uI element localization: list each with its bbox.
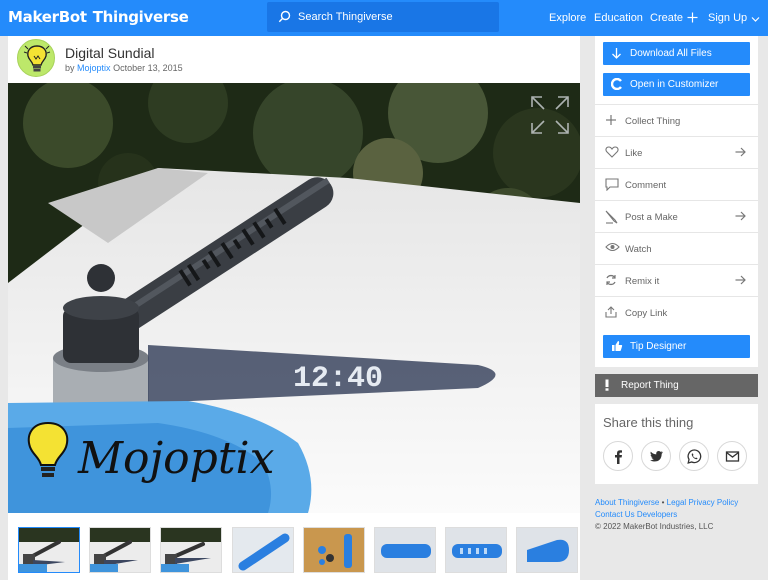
tip-designer-button[interactable]: Tip Designer — [603, 335, 750, 358]
facebook-icon — [615, 450, 622, 464]
footer-developers[interactable]: Developers — [637, 510, 677, 519]
action-sidebar: Download All Files Open in Customizer Co… — [595, 36, 758, 367]
page-title: Digital Sundial — [65, 45, 155, 61]
action-label: Post a Make — [625, 212, 678, 223]
site-logo[interactable]: MakerBot Thingiverse — [8, 8, 189, 26]
hero-logo-text: Mojoptix — [77, 433, 275, 484]
action-collect[interactable]: Collect Thing — [595, 104, 758, 136]
footer-copyright: © 2022 MakerBot Industries, LLC — [595, 522, 714, 531]
email-icon — [725, 451, 740, 462]
nav-signup[interactable]: Sign Up — [708, 12, 760, 24]
download-icon — [612, 48, 621, 59]
thumbnail-1[interactable] — [18, 527, 80, 573]
action-label: Collect Thing — [625, 116, 681, 127]
byline: by Mojoptix October 13, 2015 — [65, 63, 183, 73]
publish-date: October 13, 2015 — [113, 63, 183, 73]
footer-contact[interactable]: Contact Us — [595, 510, 635, 519]
search-placeholder: Search Thingiverse — [298, 11, 393, 23]
author-link[interactable]: Mojoptix — [77, 63, 111, 73]
arrow-right-icon — [735, 275, 746, 285]
share-title: Share this thing — [603, 415, 694, 430]
top-navbar: MakerBot Thingiverse Search Thingiverse E… — [0, 0, 768, 36]
action-post-make[interactable]: Post a Make — [595, 200, 758, 232]
logo-product: Thingiverse — [92, 8, 189, 26]
logo-brand: MakerBot — [8, 8, 87, 26]
action-label: Like — [625, 148, 643, 159]
alert-icon — [605, 379, 609, 391]
nav-explore[interactable]: Explore — [549, 12, 586, 24]
dot-separator: • — [661, 498, 665, 507]
customizer-button[interactable]: Open in Customizer — [603, 73, 750, 96]
plus-icon — [687, 12, 698, 23]
action-like[interactable]: Like — [595, 136, 758, 168]
action-label: Copy Link — [625, 308, 668, 319]
plus-icon — [606, 115, 616, 125]
comment-icon — [605, 178, 619, 191]
tip-designer-label: Tip Designer — [630, 341, 687, 352]
action-copy-link[interactable]: Copy Link — [595, 296, 758, 328]
thumbnail-6[interactable] — [374, 527, 436, 573]
chevron-down-icon — [751, 17, 760, 22]
share-twitter-button[interactable] — [641, 441, 671, 471]
thumbnail-7[interactable] — [445, 527, 507, 573]
avatar[interactable] — [17, 39, 55, 77]
twitter-icon — [649, 451, 663, 462]
footer-about[interactable]: About Thingiverse — [595, 498, 659, 507]
download-button[interactable]: Download All Files — [603, 42, 750, 65]
thumbnail-5[interactable] — [303, 527, 365, 573]
thumbnail-8[interactable] — [516, 527, 578, 573]
action-watch[interactable]: Watch — [595, 232, 758, 264]
main-image[interactable]: 12:40 Mojoptix — [8, 83, 580, 513]
customizer-label: Open in Customizer — [630, 79, 719, 90]
lightbulb-icon — [23, 45, 51, 72]
remix-icon — [606, 274, 616, 286]
sundial-photo: 12:40 Mojoptix — [8, 83, 580, 513]
expand-icon[interactable] — [530, 95, 570, 135]
footer-links: About Thingiverse • Legal Privacy Policy… — [595, 497, 765, 533]
pencil-icon — [605, 210, 618, 224]
action-label: Comment — [625, 180, 667, 191]
eye-icon — [605, 242, 620, 252]
thumbnail-4[interactable] — [232, 527, 294, 573]
action-label: Remix it — [625, 276, 660, 287]
share-panel: Share this thing — [595, 404, 758, 484]
customizer-icon — [611, 78, 622, 90]
nav-create-label: Create — [650, 12, 684, 24]
nav-education[interactable]: Education — [594, 12, 643, 24]
footer-legal[interactable]: Legal — [667, 498, 687, 507]
search-icon — [278, 10, 291, 23]
byline-by: by — [65, 63, 75, 73]
nav-create[interactable]: Create — [650, 12, 698, 24]
share-email-button[interactable] — [717, 441, 747, 471]
footer-privacy[interactable]: Privacy Policy — [688, 498, 738, 507]
action-remix[interactable]: Remix it — [595, 264, 758, 296]
whatsapp-icon — [687, 449, 702, 464]
arrow-right-icon — [735, 211, 746, 221]
thing-header: Digital Sundial by Mojoptix October 13, … — [8, 36, 580, 83]
search-input[interactable]: Search Thingiverse — [267, 2, 499, 32]
arrow-right-icon — [735, 147, 746, 157]
thumbnail-strip — [8, 513, 580, 580]
share-whatsapp-button[interactable] — [679, 441, 709, 471]
action-label: Watch — [625, 244, 652, 255]
thumbs-up-icon — [612, 341, 623, 351]
thumbnail-3[interactable] — [160, 527, 222, 573]
action-comment[interactable]: Comment — [595, 168, 758, 200]
download-label: Download All Files — [630, 48, 712, 59]
shadow-time-text: 12:40 — [293, 362, 383, 396]
share-facebook-button[interactable] — [603, 441, 633, 471]
share-icon — [605, 306, 617, 318]
heart-icon — [605, 146, 619, 158]
nav-signup-label: Sign Up — [708, 12, 748, 24]
thumbnail-2[interactable] — [89, 527, 151, 573]
report-button[interactable]: Report Thing — [595, 374, 758, 397]
report-label: Report Thing — [621, 380, 679, 391]
